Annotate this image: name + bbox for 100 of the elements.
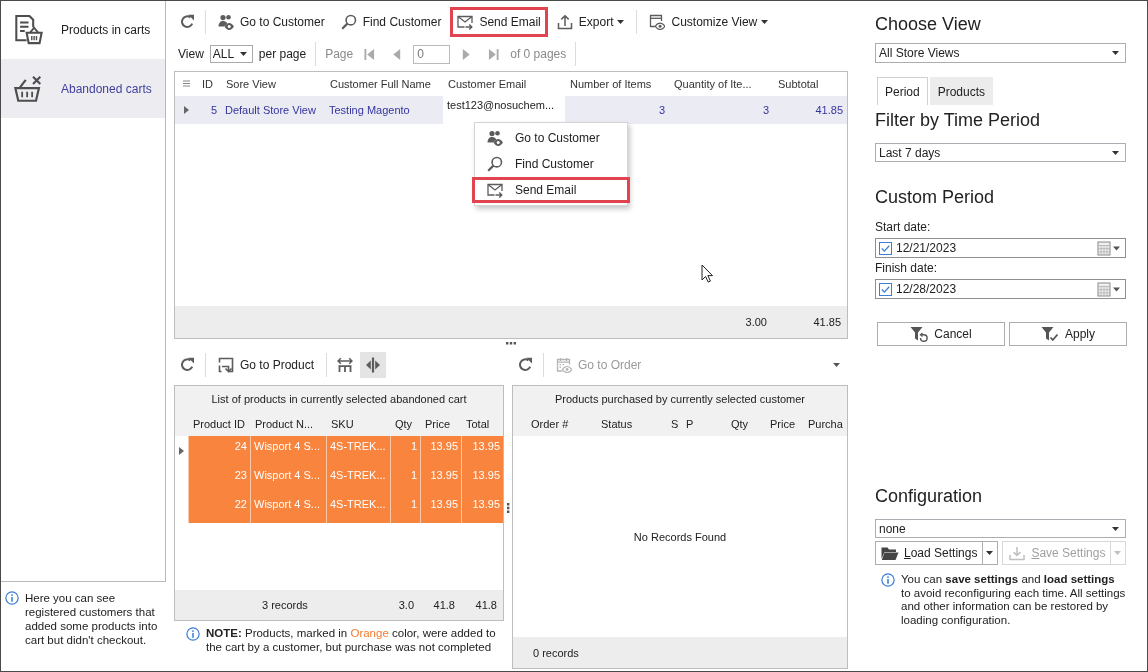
upload-icon: [556, 14, 573, 30]
menu-item[interactable]: Go to Customer: [475, 125, 627, 151]
download-icon: [1008, 545, 1027, 561]
table-cell-text: 3: [657, 103, 666, 118]
table-row[interactable]: 5 Default Store View Testing Magento test123@nosuchem... 3 3 41.85: [175, 96, 847, 124]
store-view-select[interactable]: All Store Views: [875, 43, 1126, 63]
column-header[interactable]: Number of Items: [565, 77, 669, 90]
table-cell: test123@nosuchem...: [443, 96, 565, 124]
go-to-product-button[interactable]: Go to Product: [211, 352, 322, 378]
mouse-pointer-icon: [701, 264, 713, 283]
sidebar-item[interactable]: Products in carts: [1, 1, 165, 59]
column-header[interactable]: Price: [765, 418, 803, 430]
column-header[interactable]: ID: [197, 77, 221, 90]
record-count: 3 records: [261, 599, 309, 611]
load-settings-button[interactable]: Load Settings: [875, 541, 984, 565]
checkbox[interactable]: [879, 241, 892, 255]
menu-item[interactable]: Find Customer: [475, 151, 627, 177]
record-count: 0 records: [533, 646, 579, 659]
column-header[interactable]: P: [681, 418, 726, 430]
table-cell: 13.95: [420, 494, 461, 523]
window-eye-icon: [649, 14, 666, 30]
row-pointer-icon: [179, 446, 184, 455]
export-button[interactable]: Export: [549, 7, 632, 37]
column-header[interactable]: S: [666, 418, 681, 430]
customize-view-button[interactable]: Customize View: [642, 7, 776, 37]
caret-down-icon[interactable]: [833, 363, 840, 367]
basket-cross-icon: [14, 73, 43, 104]
table-cell-text: 41.85: [814, 103, 844, 118]
calendar-icon[interactable]: [1097, 281, 1121, 297]
split-view-button[interactable]: [360, 352, 387, 378]
section-heading: Custom Period: [875, 186, 996, 208]
table-title: List of products in currently selected abandoned cart: [175, 386, 503, 412]
go-to-customer-button[interactable]: Go to Customer: [211, 7, 332, 37]
view-label: View: [178, 47, 204, 61]
send-email-button[interactable]: Send Email: [450, 7, 548, 37]
date-field[interactable]: 12/21/2023: [875, 238, 1126, 258]
splitter-grip-icon[interactable]: [506, 503, 510, 513]
tab[interactable]: Products: [929, 77, 994, 105]
folder-icon: [881, 545, 899, 561]
column-header[interactable]: Subtotal: [773, 77, 847, 90]
funnel-undo-icon: [910, 326, 929, 342]
caret-down-icon: [761, 20, 769, 24]
per-page-label: per page: [258, 47, 307, 61]
column-header[interactable]: Qty: [390, 418, 420, 430]
table-menu-icon[interactable]: [182, 80, 190, 87]
table-title: Products purchased by currently selected customer: [513, 386, 847, 412]
info-icon: [186, 627, 200, 641]
column-header[interactable]: Qty: [726, 418, 765, 430]
checkbox[interactable]: [879, 282, 892, 296]
section-heading: Choose View: [875, 13, 982, 35]
caret-down-icon: [239, 52, 247, 56]
table-cell-text: Testing Magento: [328, 103, 411, 118]
dropdown-button[interactable]: [983, 541, 999, 565]
column-header[interactable]: SKU: [326, 418, 390, 430]
column-header[interactable]: Order #: [526, 418, 596, 430]
caret-down-icon: [617, 20, 625, 24]
caret-down-icon: [1112, 526, 1119, 531]
column-header[interactable]: Customer Full Name: [325, 77, 443, 90]
date-field[interactable]: 12/28/2023: [875, 279, 1126, 299]
column-header[interactable]: Status: [596, 418, 666, 430]
column-header[interactable]: Quantity of Ite...: [669, 77, 773, 90]
find-customer-button[interactable]: Find Customer: [333, 7, 449, 37]
people-eye-icon: [487, 130, 503, 146]
configuration-select[interactable]: none: [875, 519, 1126, 538]
search-icon: [487, 156, 503, 172]
refresh-icon: [517, 357, 533, 373]
column-header[interactable]: Sore View: [221, 77, 325, 90]
row-pointer-icon: [183, 106, 189, 114]
caret-down-icon: [1112, 150, 1119, 155]
column-header[interactable]: Customer Email: [443, 77, 565, 90]
note-text: NOTE: Products, marked in Orange color, were added to the cart by a customer, but purchase was not completed: [206, 627, 497, 654]
menu-item[interactable]: Send Email: [472, 177, 630, 203]
tab[interactable]: Period: [877, 77, 928, 105]
calendar-icon[interactable]: [1097, 240, 1121, 256]
refresh-icon: [179, 14, 195, 30]
settings-hint: You can save settings and load settings to avoid reconfiguring each time. All settings and other information can be restored by loading configuration.: [901, 573, 1126, 627]
apply-button[interactable]: Apply: [1009, 322, 1127, 346]
table-cell: 22: [188, 494, 250, 523]
caret-down-icon: [1112, 51, 1119, 55]
square-arrow-icon: [218, 357, 234, 373]
calendar-eye-icon: [556, 357, 572, 373]
info-icon: [5, 591, 19, 605]
column-header[interactable]: Product ID: [188, 418, 250, 430]
column-header[interactable]: Price: [420, 418, 461, 430]
column-header[interactable]: Purcha: [803, 418, 845, 430]
page-label: Page: [325, 47, 354, 61]
people-eye-icon: [218, 14, 234, 30]
sidebar-item[interactable]: Abandoned carts: [1, 59, 165, 118]
page-count-label: of 0 pages: [510, 47, 567, 61]
table-cell: Wisport 4 S...: [250, 494, 326, 523]
time-period-select[interactable]: Last 7 days: [875, 143, 1126, 162]
table-cell: 13.95: [461, 494, 503, 523]
column-header[interactable]: Product N...: [250, 418, 326, 430]
footer-total: 41.8: [432, 599, 456, 611]
field-label: Finish date:: [875, 261, 939, 275]
footer-total: 3.00: [744, 316, 768, 328]
cancel-button[interactable]: Cancel: [877, 322, 1005, 346]
column-header[interactable]: Total: [461, 418, 503, 430]
funnel-check-icon: [1041, 326, 1059, 342]
splitter-grip-icon[interactable]: [506, 341, 516, 345]
